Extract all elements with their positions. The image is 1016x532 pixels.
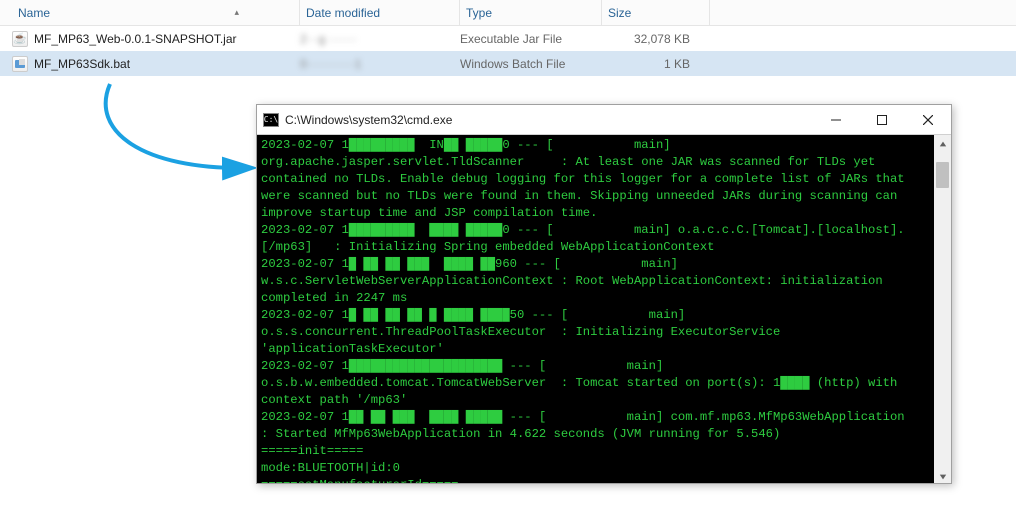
console-line: 2023-02-07 1█████████████████████ --- [ … bbox=[261, 358, 930, 409]
scroll-track[interactable] bbox=[934, 152, 951, 468]
console-line: 2023-02-07 1█████████ ████ █████0 --- [ … bbox=[261, 222, 930, 256]
file-date: 0············1 bbox=[300, 57, 460, 71]
maximize-button[interactable] bbox=[859, 105, 905, 134]
console-line: mode:BLUETOOTH|id:0 bbox=[261, 460, 930, 477]
console-line: 2023-02-07 1█████████ IN██ █████0 --- [ … bbox=[261, 137, 930, 222]
cmd-titlebar[interactable]: C:\ C:\Windows\system32\cmd.exe bbox=[257, 105, 951, 135]
scrollbar[interactable] bbox=[934, 135, 951, 484]
console-line: 2023-02-07 1█ ██ ██ ██ █ ████ ████50 ---… bbox=[261, 307, 930, 358]
file-name: MF_MP63_Web-0.0.1-SNAPSHOT.jar bbox=[34, 32, 237, 46]
column-header-name[interactable]: Name ▴ bbox=[12, 0, 300, 25]
file-size: 1 KB bbox=[602, 57, 710, 71]
column-header-type[interactable]: Type bbox=[460, 0, 602, 25]
scroll-up-button[interactable] bbox=[934, 135, 951, 152]
column-label-name: Name bbox=[18, 6, 50, 20]
minimize-button[interactable] bbox=[813, 105, 859, 134]
console-line: =====setManufacturerId===== bbox=[261, 477, 930, 484]
cmd-console[interactable]: 2023-02-07 1█████████ IN██ █████0 --- [ … bbox=[257, 135, 934, 484]
scroll-thumb[interactable] bbox=[936, 162, 949, 188]
explorer-column-headers: Name ▴ Date modified Type Size bbox=[0, 0, 1016, 26]
cmd-window: C:\ C:\Windows\system32\cmd.exe 2023-02-… bbox=[256, 104, 952, 484]
close-button[interactable] bbox=[905, 105, 951, 134]
file-row[interactable]: MF_MP63Sdk.bat 0············1 Windows Ba… bbox=[0, 51, 1016, 76]
file-date: 2···g ······· bbox=[300, 32, 460, 46]
scroll-down-button[interactable] bbox=[934, 468, 951, 484]
file-type: Windows Batch File bbox=[460, 57, 602, 71]
column-header-size[interactable]: Size bbox=[602, 0, 710, 25]
column-label-date: Date modified bbox=[306, 6, 380, 20]
file-size: 32,078 KB bbox=[602, 32, 710, 46]
column-header-date[interactable]: Date modified bbox=[300, 0, 460, 25]
cmd-icon: C:\ bbox=[263, 113, 279, 127]
bat-file-icon bbox=[12, 56, 28, 72]
console-line: 2023-02-07 1██ ██ ███ ████ █████ --- [ m… bbox=[261, 409, 930, 443]
column-label-type: Type bbox=[466, 6, 492, 20]
arrow-annotation-icon bbox=[80, 80, 280, 190]
file-name: MF_MP63Sdk.bat bbox=[34, 57, 130, 71]
file-type: Executable Jar File bbox=[460, 32, 602, 46]
jar-file-icon: ☕ bbox=[12, 31, 28, 47]
file-row[interactable]: ☕ MF_MP63_Web-0.0.1-SNAPSHOT.jar 2···g ·… bbox=[0, 26, 1016, 51]
column-label-size: Size bbox=[608, 6, 631, 20]
sort-indicator-icon: ▴ bbox=[234, 7, 239, 18]
cmd-body: 2023-02-07 1█████████ IN██ █████0 --- [ … bbox=[257, 135, 951, 484]
console-line: 2023-02-07 1█ ██ ██ ███ ████ ██960 --- [… bbox=[261, 256, 930, 307]
file-list: ☕ MF_MP63_Web-0.0.1-SNAPSHOT.jar 2···g ·… bbox=[0, 26, 1016, 76]
console-line: =====init===== bbox=[261, 443, 930, 460]
cmd-title: C:\Windows\system32\cmd.exe bbox=[285, 113, 813, 127]
